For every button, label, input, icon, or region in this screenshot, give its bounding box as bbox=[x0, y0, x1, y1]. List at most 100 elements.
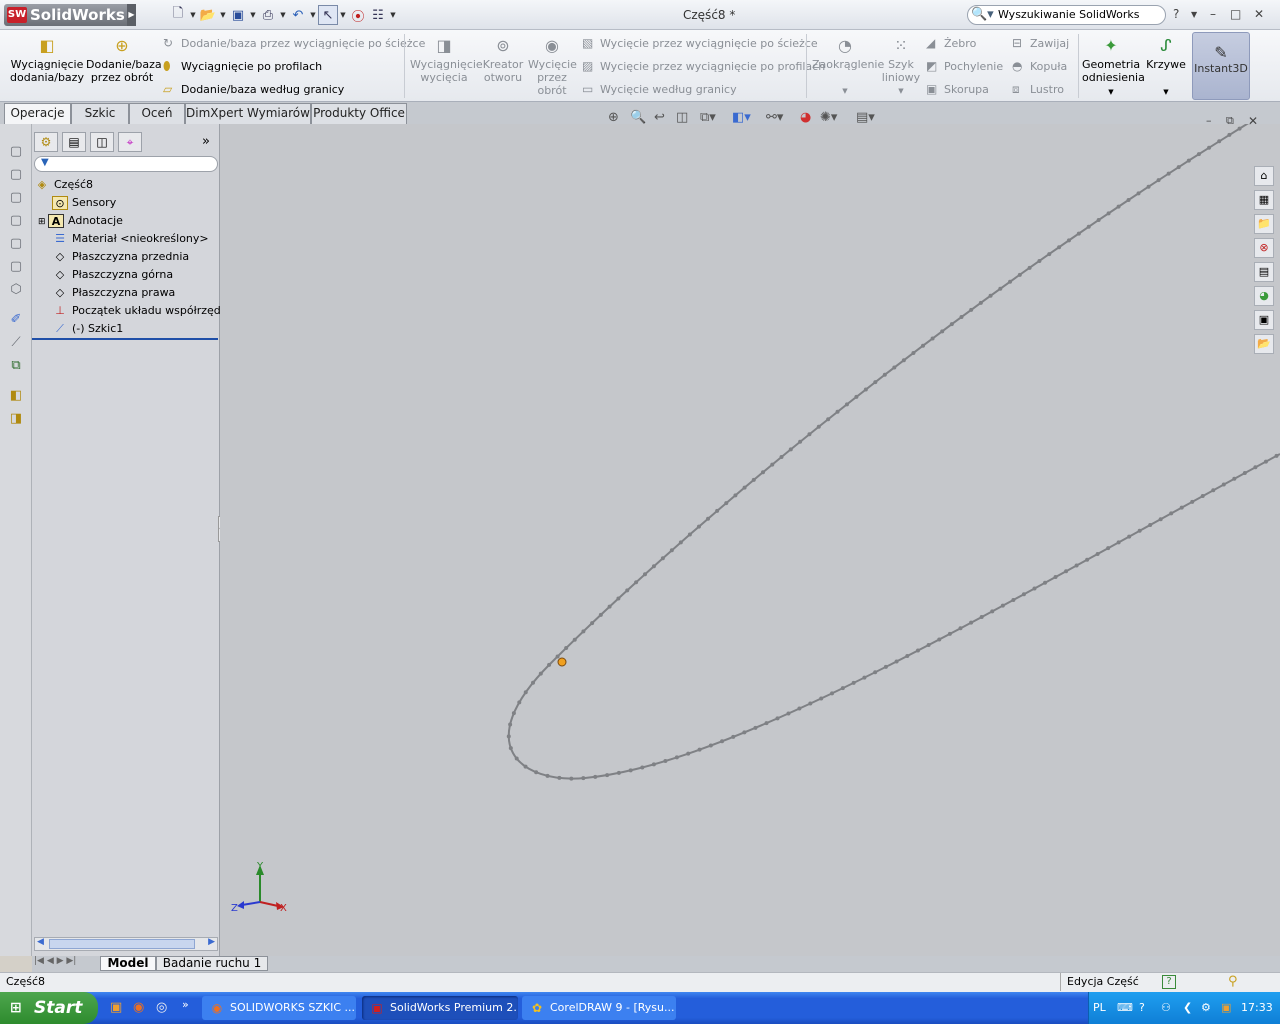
tree-item-annotations[interactable]: ⊞ A Adnotacje bbox=[38, 212, 123, 230]
extrude-cut-button[interactable]: ◨ Wyciągnięcie wycięcia bbox=[410, 36, 483, 84]
property-manager-icon[interactable]: ▤ bbox=[62, 132, 86, 152]
tree-item-right-plane[interactable]: ◇ Płaszczyzna prawa bbox=[52, 284, 176, 302]
part-icon[interactable]: ◧ bbox=[8, 388, 24, 404]
extrude-boss-button[interactable]: ◧ Wyciągnięcie dodania/bazy bbox=[10, 36, 84, 84]
right-view-icon[interactable]: ▢ bbox=[8, 236, 24, 252]
configuration-manager-icon[interactable]: ◫ bbox=[90, 132, 114, 152]
curves-dropdown-icon[interactable]: ▼ bbox=[1144, 86, 1188, 99]
boundary-cut-button[interactable]: ▭ Wycięcie według granicy bbox=[582, 79, 737, 99]
apply-scene-icon[interactable]: ✺▾ bbox=[820, 110, 837, 126]
tree-item-sensors[interactable]: ⊙ Sensory bbox=[52, 194, 116, 212]
select-dropdown-icon[interactable]: ▼ bbox=[338, 11, 348, 19]
save-dropdown-icon[interactable]: ▼ bbox=[248, 11, 258, 19]
loft-boss-button[interactable]: ⬮ Wyciągnięcie po profilach bbox=[163, 56, 322, 76]
left-view-icon[interactable]: ▢ bbox=[8, 213, 24, 229]
tab-nav-arrows-icon[interactable]: |◀ ◀ ▶ ▶| bbox=[34, 956, 76, 966]
feature-tree-icon[interactable]: ⚙ bbox=[34, 132, 58, 152]
appearances-icon[interactable]: ◕ bbox=[1254, 286, 1274, 306]
zoom-area-icon[interactable]: 🔍 bbox=[630, 110, 646, 126]
quicklaunch-icon[interactable]: ▣ bbox=[110, 1000, 122, 1015]
display-style-icon[interactable]: ◧▾ bbox=[732, 110, 751, 126]
view-settings-icon[interactable]: ▤▾ bbox=[856, 110, 875, 126]
doc-close-icon[interactable]: ✕ bbox=[1248, 114, 1258, 128]
open-folder-icon[interactable]: 📂 bbox=[198, 5, 218, 25]
maximize-icon[interactable]: □ bbox=[1230, 7, 1241, 21]
options-dropdown-icon[interactable]: ▼ bbox=[388, 11, 398, 19]
save-icon[interactable]: ▣ bbox=[228, 5, 248, 25]
edit-appearance-icon[interactable]: ◕ bbox=[800, 110, 811, 126]
keyboard-icon[interactable]: ⌨ bbox=[1117, 992, 1133, 1024]
tab-motion-study[interactable]: Badanie ruchu 1 bbox=[156, 956, 268, 971]
taskbar-button-browser[interactable]: ◉ SOLIDWORKS SZKIC ... bbox=[202, 996, 356, 1020]
taskbar-button-coreldraw[interactable]: ✿ CorelDRAW 9 - [Rysu... bbox=[522, 996, 676, 1020]
previous-view-icon[interactable]: ↩ bbox=[654, 110, 665, 126]
tray-update-icon[interactable]: ▣ bbox=[1221, 992, 1231, 1024]
taskbar-button-solidworks[interactable]: ▣ SolidWorks Premium 2... bbox=[362, 996, 518, 1020]
tree-item-front-plane[interactable]: ◇ Płaszczyzna przednia bbox=[52, 248, 189, 266]
cube-view-icon[interactable]: ▢ bbox=[8, 144, 24, 160]
tree-item-top-plane[interactable]: ◇ Płaszczyzna górna bbox=[52, 266, 173, 284]
hide-show-icon[interactable]: ⚯▾ bbox=[766, 110, 783, 126]
home-icon[interactable]: ⌂ bbox=[1254, 166, 1274, 186]
boundary-boss-button[interactable]: ▱ Dodanie/baza według granicy bbox=[163, 79, 344, 99]
assembly-icon[interactable]: ◨ bbox=[8, 411, 24, 427]
section-view-icon[interactable]: ◫ bbox=[676, 110, 688, 126]
back-view-icon[interactable]: ▢ bbox=[8, 190, 24, 206]
top-view-icon[interactable]: ▢ bbox=[8, 259, 24, 275]
sketch-icon[interactable]: ✐ bbox=[8, 312, 24, 328]
doc-restore-icon[interactable]: ⧉ bbox=[1226, 114, 1234, 128]
browser-icon[interactable]: ◎ bbox=[156, 1000, 167, 1015]
close-icon[interactable]: ✕ bbox=[1254, 7, 1264, 21]
fillet-dropdown-icon[interactable]: ▼ bbox=[812, 85, 878, 98]
linear-pattern-button[interactable]: ⁙ Szyk liniowy ▼ bbox=[880, 36, 922, 98]
mirror-button[interactable]: ⧈ Lustro bbox=[1012, 79, 1064, 99]
tree-root[interactable]: ◈ Część8 bbox=[34, 176, 93, 194]
smart-dimension-icon[interactable]: ⟋ bbox=[8, 335, 24, 351]
ref-geometry-button[interactable]: ✦ Geometria odniesienia ▼ bbox=[1082, 36, 1145, 99]
sweep-cut-button[interactable]: ▧ Wycięcie przez wyciągnięcie po ścieżce bbox=[582, 33, 818, 53]
graphics-area[interactable]: ⊕ 🔍 ↩ ◫ ⧉▾ ◧▾ ⚯▾ ◕ ✺▾ ▤▾ – ⧉ ✕ Y X Z bbox=[220, 110, 1280, 956]
tab-dimxpert[interactable]: DimXpert Wymiarów bbox=[185, 103, 311, 124]
status-tag-icon[interactable]: ⚲ bbox=[1228, 973, 1238, 991]
network-icon[interactable]: ⚇ bbox=[1161, 992, 1171, 1024]
options-icon[interactable]: ☷ bbox=[368, 5, 388, 25]
revolve-cut-button[interactable]: ◉ Wycięcie przez obrót bbox=[528, 36, 577, 97]
revolve-boss-button[interactable]: ⊕ Dodanie/baza przez obrót bbox=[86, 36, 162, 84]
undo-icon[interactable]: ↶ bbox=[288, 5, 308, 25]
instant3d-button[interactable]: ✎ Instant3D bbox=[1192, 32, 1250, 100]
tree-item-sketch1[interactable]: ⟋ (-) Szkic1 bbox=[52, 320, 123, 338]
rollback-bar[interactable] bbox=[32, 338, 218, 340]
view-orientation-icon[interactable]: ⧉▾ bbox=[700, 110, 716, 126]
quicklaunch-expand-icon[interactable]: » bbox=[182, 998, 189, 1011]
tray-expand-icon[interactable]: ❮ bbox=[1183, 992, 1192, 1024]
documents-icon[interactable]: 📂 bbox=[1254, 334, 1274, 354]
tab-model[interactable]: Model bbox=[100, 956, 156, 971]
zoom-fit-icon[interactable]: ⊕ bbox=[608, 110, 619, 126]
solidworks-menu-button[interactable]: SW SolidWorks ▶ bbox=[4, 4, 136, 26]
scroll-right-icon[interactable]: ▶ bbox=[208, 937, 215, 947]
tab-szkic[interactable]: Szkic bbox=[71, 103, 129, 124]
hole-wizard-button[interactable]: ⊚ Kreator otworu bbox=[480, 36, 526, 84]
shell-button[interactable]: ▣ Skorupa bbox=[926, 79, 989, 99]
open-dropdown-icon[interactable]: ▼ bbox=[218, 11, 228, 19]
help-dropdown-icon[interactable]: ▼ bbox=[1191, 10, 1197, 19]
file-explorer-icon[interactable]: 📁 bbox=[1254, 214, 1274, 234]
tree-item-origin[interactable]: ⊥ Początek układu współrzędnych bbox=[52, 302, 220, 320]
doc-minimize-icon[interactable]: – bbox=[1206, 114, 1212, 127]
isometric-view-icon[interactable]: ⬡ bbox=[8, 282, 24, 298]
ref-geometry-dropdown-icon[interactable]: ▼ bbox=[1082, 86, 1140, 99]
sketch-curve[interactable] bbox=[507, 124, 1280, 780]
scroll-left-icon[interactable]: ◀ bbox=[37, 937, 44, 947]
help-tray-icon[interactable]: ? bbox=[1139, 992, 1145, 1024]
loft-cut-button[interactable]: ▨ Wycięcie przez wyciągnięcie po profilac… bbox=[582, 56, 825, 76]
component-icon[interactable]: ⧉ bbox=[8, 358, 24, 374]
tab-ocen[interactable]: Oceń bbox=[129, 103, 185, 124]
search-input[interactable]: 🔍▾ Wyszukiwanie SolidWorks bbox=[967, 5, 1166, 25]
sweep-boss-button[interactable]: ↻ Dodanie/baza przez wyciągnięcie po ście… bbox=[163, 33, 425, 53]
print-dropdown-icon[interactable]: ▼ bbox=[278, 11, 288, 19]
expand-plus-icon[interactable]: ⊞ bbox=[38, 213, 48, 231]
tab-operacje[interactable]: Operacje bbox=[4, 103, 71, 125]
help-icon[interactable]: ? bbox=[1173, 7, 1179, 21]
custom-properties-icon[interactable]: ▣ bbox=[1254, 310, 1274, 330]
curves-button[interactable]: ᔑ Krzywe ▼ bbox=[1144, 36, 1188, 99]
